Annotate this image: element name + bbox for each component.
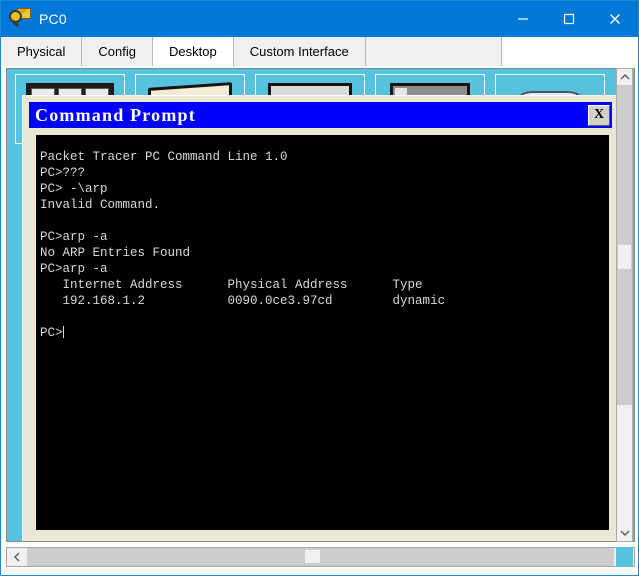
horizontal-scrollbar[interactable]	[6, 547, 635, 567]
minimize-icon[interactable]	[500, 1, 546, 37]
tab-custom-interface[interactable]: Custom Interface	[233, 37, 366, 66]
tab-strip-empty	[502, 37, 639, 66]
desktop-panel: Command Prompt X Packet Tracer PC Comman…	[6, 68, 635, 542]
window-controls	[500, 1, 638, 37]
terminal-output-area[interactable]: Packet Tracer PC Command Line 1.0 PC>???…	[36, 135, 609, 530]
packet-tracer-icon	[9, 8, 31, 30]
terminal-text: Packet Tracer PC Command Line 1.0 PC>???…	[40, 150, 446, 340]
horizontal-scroll-thumb[interactable]	[305, 550, 320, 563]
command-prompt-title: Command Prompt	[35, 104, 196, 125]
scrollbar-corner	[616, 547, 633, 567]
window-title-bar: PC0	[1, 1, 638, 37]
pc0-window: PC0 Physical Config Desktop Custom Inter…	[0, 0, 639, 576]
tab-physical[interactable]: Physical	[1, 37, 83, 66]
vertical-scroll-thumb[interactable]	[618, 245, 631, 269]
vertical-scrollbar[interactable]	[616, 68, 633, 542]
tab-desktop[interactable]: Desktop	[153, 37, 234, 67]
window-title: PC0	[39, 11, 67, 27]
tab-strip-filler	[365, 37, 503, 66]
vertical-scroll-track[interactable]	[617, 85, 632, 525]
tab-config[interactable]: Config	[82, 37, 153, 66]
command-prompt-close-button[interactable]: X	[588, 104, 610, 126]
chevron-left-icon[interactable]	[7, 548, 27, 566]
maximize-icon[interactable]	[546, 1, 592, 37]
chevron-up-icon[interactable]	[617, 69, 632, 85]
close-icon[interactable]	[592, 1, 638, 37]
chevron-down-icon[interactable]	[617, 525, 632, 541]
tab-strip: Physical Config Desktop Custom Interface	[1, 37, 639, 67]
terminal-caret	[62, 326, 64, 338]
horizontal-scroll-track[interactable]	[27, 548, 614, 566]
command-prompt-dialog: Command Prompt X Packet Tracer PC Comman…	[22, 95, 619, 541]
command-prompt-title-bar[interactable]: Command Prompt X	[29, 102, 612, 128]
